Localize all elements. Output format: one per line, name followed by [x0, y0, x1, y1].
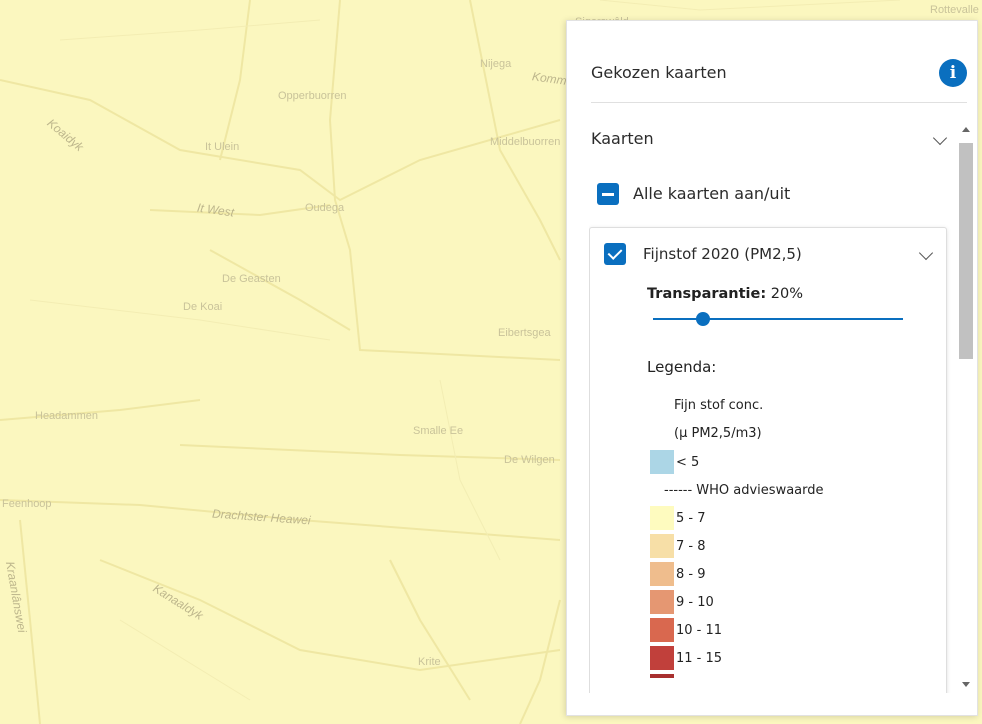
panel-header: Gekozen kaarten i [591, 59, 967, 103]
legend-unit: (µ PM2,5/m3) [674, 426, 762, 441]
layer-card-fijnstof: Fijnstof 2020 (PM2,5) Transparantie: 20%… [589, 227, 947, 693]
panel-title: Gekozen kaarten [591, 63, 727, 82]
place-label: Oudega [305, 202, 345, 214]
place-label: De Koai [183, 301, 223, 313]
scrollbar-thumb[interactable] [959, 143, 973, 359]
transparency-label: Transparantie: 20% [647, 286, 803, 302]
legend-label: 7 - 8 [676, 539, 706, 554]
legend-swatch [650, 674, 674, 678]
legend-title: Legenda: [647, 358, 717, 376]
all-maps-toggle-label: Alle kaarten aan/uit [633, 184, 791, 203]
place-label: Feenhoop [2, 498, 52, 510]
place-label: De Wilgen [504, 454, 555, 466]
legend-swatch [650, 506, 674, 530]
slider-handle[interactable] [696, 312, 710, 326]
place-label: Eibertsgea [498, 327, 551, 339]
legend-swatch [650, 562, 674, 586]
panel-scroll-area[interactable]: Kaarten Alle kaarten aan/uit Fijnstof 20… [589, 119, 981, 693]
legend-label: 10 - 11 [676, 623, 723, 638]
place-label: Krite [418, 656, 441, 668]
section-label: Kaarten [591, 129, 654, 148]
indeterminate-checkbox[interactable] [597, 183, 619, 205]
place-label: It Ulein [205, 141, 240, 153]
panel-scrollbar[interactable] [957, 125, 975, 691]
place-label: De Geasten [222, 273, 281, 285]
place-label: Opperbuorren [278, 90, 347, 102]
info-icon[interactable]: i [939, 59, 967, 87]
scroll-up-arrow-icon[interactable] [962, 127, 970, 132]
layers-panel: Gekozen kaarten i Kaarten Alle kaarten a… [566, 20, 978, 716]
layer-title: Fijnstof 2020 (PM2,5) [643, 245, 802, 263]
legend-label: ------ WHO advieswaarde [664, 483, 824, 498]
legend-label: 5 - 7 [676, 511, 706, 526]
legend-swatch [650, 590, 674, 614]
scroll-down-arrow-icon[interactable] [962, 682, 970, 687]
legend-label: 9 - 10 [676, 595, 714, 610]
transparency-value: 20% [770, 286, 803, 302]
layer-checkbox[interactable] [604, 243, 626, 265]
transparency-slider[interactable] [653, 312, 903, 326]
legend-swatch [650, 534, 674, 558]
chevron-down-icon[interactable] [932, 130, 948, 146]
slider-track[interactable] [653, 318, 903, 320]
legend-label: 8 - 9 [676, 567, 706, 582]
legend-swatch [650, 450, 674, 474]
place-label: Smalle Ee [413, 425, 464, 437]
chevron-down-icon[interactable] [918, 245, 934, 261]
legend-heading: Fijn stof conc. [674, 398, 764, 413]
place-label: Rottevalle [930, 4, 979, 16]
legend-swatch [650, 646, 674, 670]
place-label: Headammen [35, 410, 98, 422]
legend-label: 11 - 15 [676, 651, 723, 666]
legend-label: < 5 [676, 455, 700, 470]
legend-swatch [650, 618, 674, 642]
transparency-label-text: Transparantie: [647, 286, 767, 302]
section-kaarten-header[interactable]: Kaarten [591, 129, 951, 153]
place-label: Middelbuorren [490, 136, 561, 148]
place-label: Nijega [480, 58, 512, 70]
